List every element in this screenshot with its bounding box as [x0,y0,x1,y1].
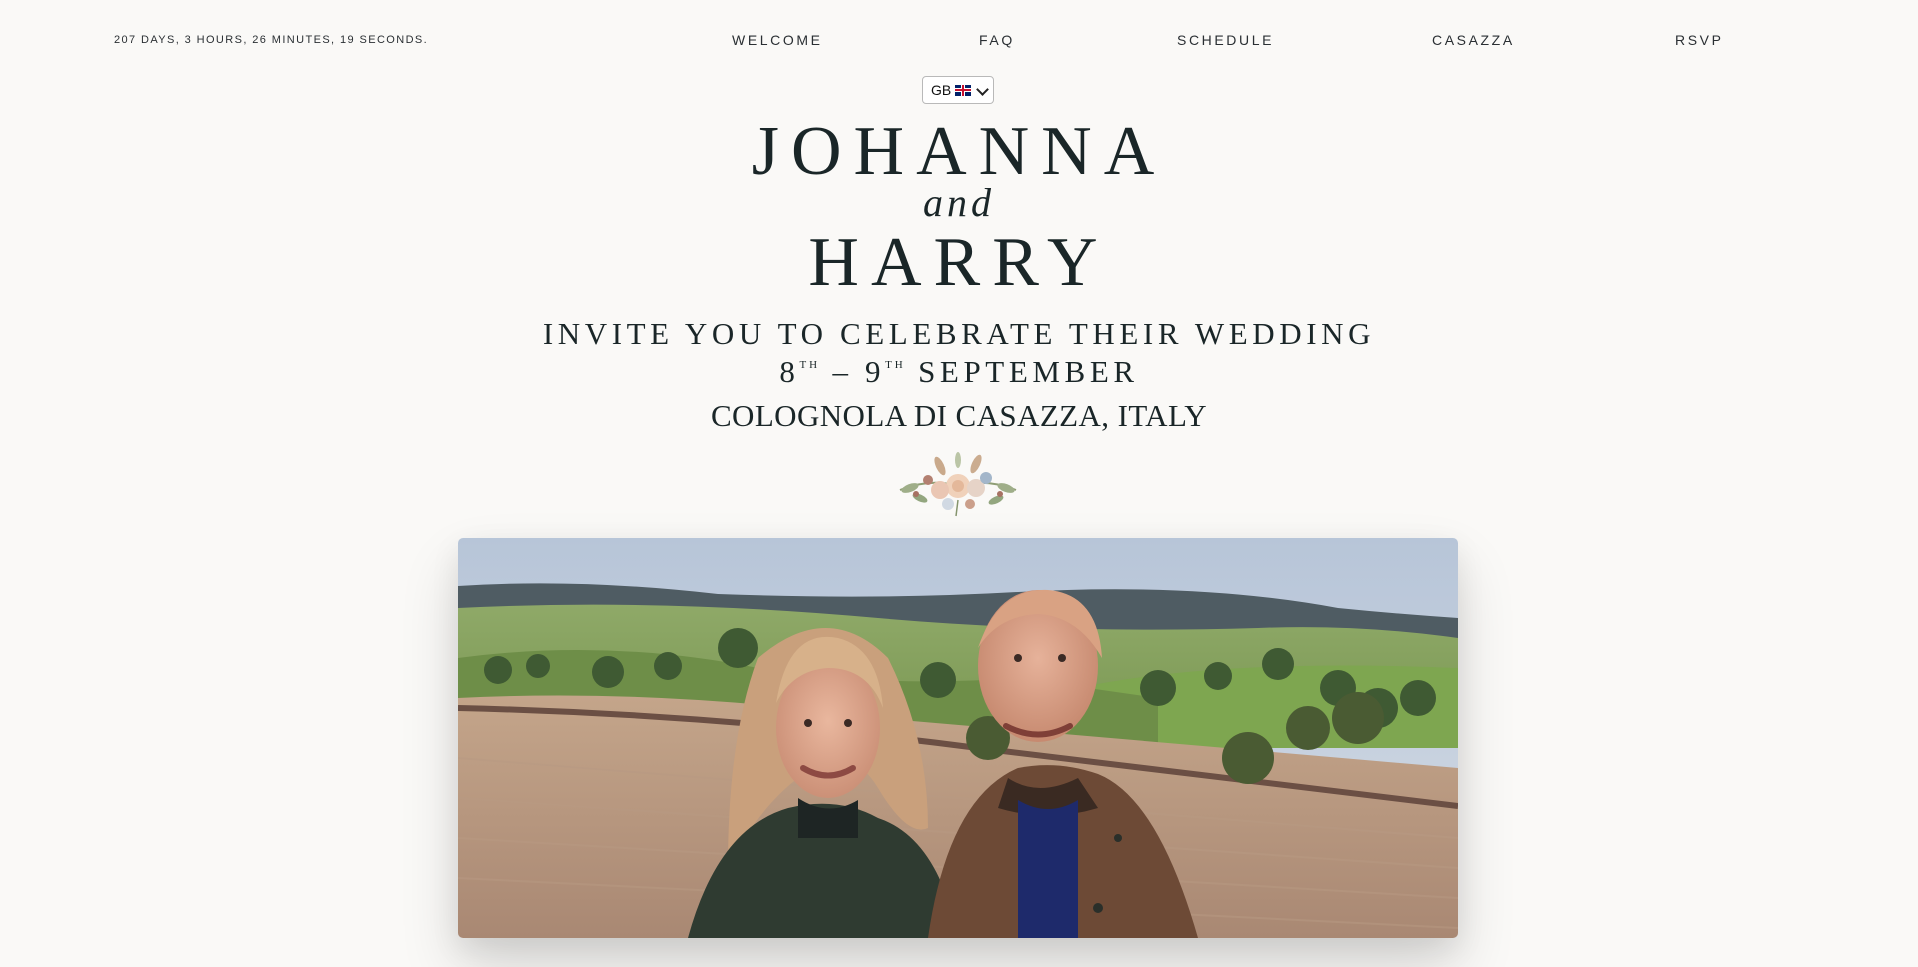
language-select[interactable]: GB [922,76,994,104]
wedding-dates: 8TH – 9TH SEPTEMBER [0,356,1918,387]
date-start-suffix: TH [799,359,821,371]
uk-flag-icon [955,84,972,96]
countdown-timer: 207 DAYS, 3 HOURS, 26 MINUTES, 19 SECOND… [114,34,429,46]
nav-casazza[interactable]: CASAZZA [1432,32,1515,48]
bride-name: JOHANNA [751,113,1167,190]
wedding-location: COLOGNOLA DI CASAZZA, ITALY [710,398,1207,433]
date-dash: – [832,354,853,389]
nav-rsvp[interactable]: RSVP [1675,32,1724,48]
date-month: SEPTEMBER [918,354,1139,389]
date-end: 9 [864,354,886,389]
language-select-value: GB [931,82,952,98]
chevron-down-icon [976,83,989,96]
couple-photo-image [458,538,1458,938]
date-start: 8 [779,354,800,389]
nav-welcome[interactable]: WELCOME [732,32,823,48]
nav-faq[interactable]: FAQ [979,32,1015,48]
groom-name: HARRY [808,224,1110,301]
date-end-suffix: TH [885,359,906,371]
invite-text: INVITE YOU TO CELEBRATE THEIR WEDDING [542,316,1376,351]
nav-schedule[interactable]: SCHEDULE [1177,32,1274,48]
top-navigation-bar: 207 DAYS, 3 HOURS, 26 MINUTES, 19 SECOND… [0,0,1918,80]
and-word: and [923,180,995,225]
floral-bouquet-icon [899,452,1017,517]
couple-photo [458,538,1458,938]
